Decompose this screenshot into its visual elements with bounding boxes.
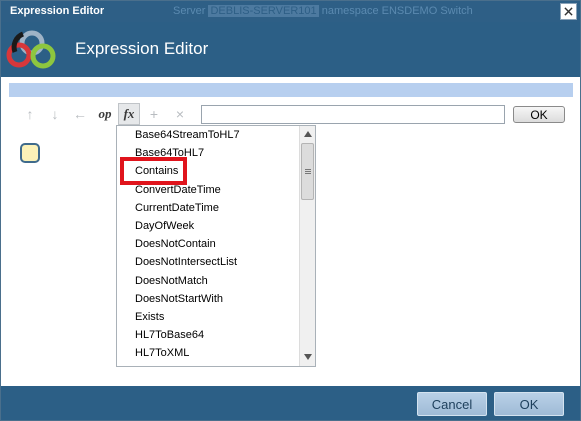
arrow-up-icon: ↑ <box>26 106 34 122</box>
dialog-footer: Cancel OK <box>1 386 580 420</box>
function-option-doesnotcontain[interactable]: DoesNotContain <box>117 235 299 253</box>
operator-button[interactable]: op <box>94 103 116 125</box>
function-option-hl7toxml[interactable]: HL7ToXML <box>117 344 299 362</box>
header-title: Expression Editor <box>75 39 209 58</box>
function-option-doesnotintersectlist[interactable]: DoesNotIntersectList <box>117 253 299 271</box>
arrow-left-icon: ← <box>73 106 87 122</box>
delete-button[interactable]: × <box>169 103 191 125</box>
ok-button[interactable]: OK <box>494 392 564 416</box>
cancel-button[interactable]: Cancel <box>417 392 487 416</box>
move-left-button[interactable]: ← <box>69 103 91 125</box>
plus-icon: + <box>149 106 159 122</box>
scroll-thumb[interactable] <box>301 143 314 200</box>
function-label: fx <box>123 106 135 121</box>
add-button[interactable]: + <box>143 103 165 125</box>
expression-input[interactable] <box>201 105 505 124</box>
server-value: DEBLIS-SERVER101 <box>208 5 319 17</box>
function-option-exists[interactable]: Exists <box>117 308 299 326</box>
window-title: Expression Editor <box>10 5 105 17</box>
function-option-doesnotstartwith[interactable]: DoesNotStartWith <box>117 290 299 308</box>
server-label: Server <box>173 5 206 17</box>
x-icon: × <box>175 106 185 122</box>
namespace-label: namespace <box>321 5 379 17</box>
operator-label: op <box>98 106 112 121</box>
dialog-header: Expression Editor <box>1 22 580 77</box>
function-option-hl7tobase64[interactable]: HL7ToBase64 <box>117 326 299 344</box>
contains-highlight-box <box>120 157 187 185</box>
move-down-button[interactable]: ↓ <box>44 103 66 125</box>
switch-link: Switch <box>440 5 473 17</box>
logo-icon <box>6 30 56 69</box>
namespace-value: ENSDEMO <box>381 5 438 17</box>
function-option-currentdatetime[interactable]: CurrentDateTime <box>117 199 299 217</box>
triangle-down-icon <box>304 354 312 360</box>
expression-bar <box>9 83 573 97</box>
expression-node[interactable] <box>20 143 40 163</box>
scroll-down-button[interactable] <box>303 352 313 362</box>
close-button[interactable] <box>560 3 577 20</box>
background-page-info: Server DEBLIS-SERVER101 namespace ENSDEM… <box>173 5 473 17</box>
function-option-base64streamtohl7[interactable]: Base64StreamToHL7 <box>117 126 299 144</box>
grip-icon <box>304 169 311 174</box>
function-option-dayofweek[interactable]: DayOfWeek <box>117 217 299 235</box>
function-list-scrollbar[interactable] <box>299 126 315 366</box>
arrow-down-icon: ↓ <box>51 106 59 122</box>
triangle-up-icon <box>304 131 312 137</box>
expression-ok-button[interactable]: OK <box>513 106 565 123</box>
function-option-if[interactable]: If <box>117 362 299 366</box>
function-button[interactable]: fx <box>118 103 140 125</box>
expression-editor-dialog: Expression Editor Server DEBLIS-SERVER10… <box>0 0 581 421</box>
scroll-up-button[interactable] <box>303 129 313 139</box>
title-bar[interactable]: Expression Editor Server DEBLIS-SERVER10… <box>1 1 580 22</box>
move-up-button[interactable]: ↑ <box>19 103 41 125</box>
close-icon <box>564 7 573 16</box>
function-option-doesnotmatch[interactable]: DoesNotMatch <box>117 272 299 290</box>
